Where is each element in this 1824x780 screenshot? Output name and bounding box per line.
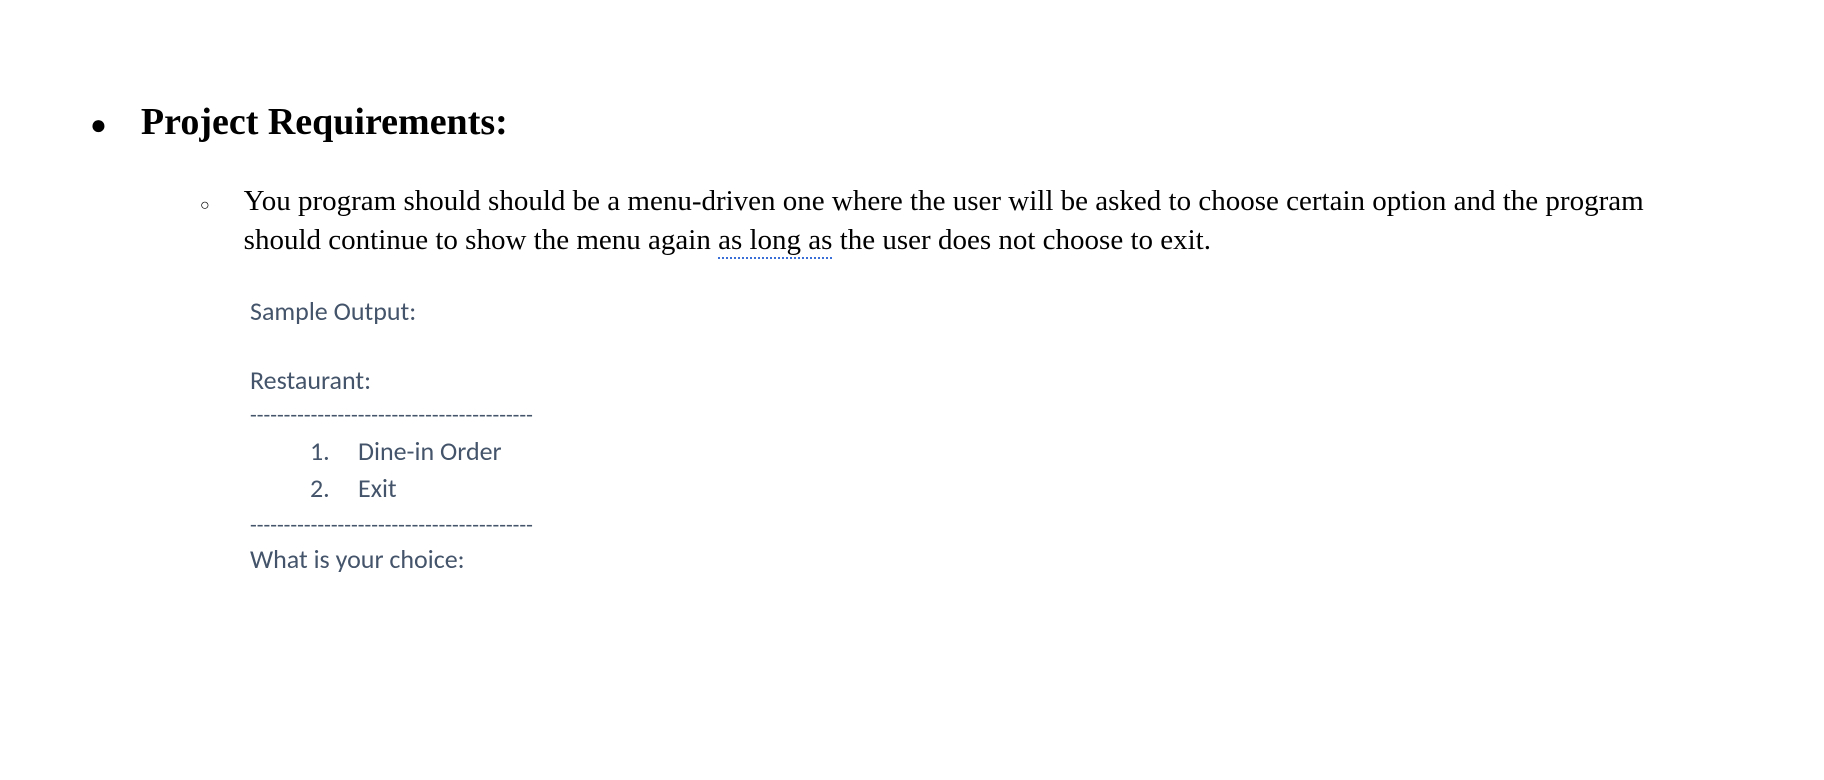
sample-output-block: Sample Output: Restaurant: -------------… <box>90 292 1824 579</box>
divider-bottom: ----------------------------------------… <box>250 512 1824 538</box>
grammar-underline-text: as long as <box>718 224 832 259</box>
paragraph-text-after: the user does not choose to exit. <box>832 224 1211 256</box>
divider-top: ----------------------------------------… <box>250 402 1824 428</box>
menu-item-number: 2. <box>310 470 358 508</box>
menu-item-number: 1. <box>310 433 358 471</box>
restaurant-label: Restaurant: <box>250 361 1824 400</box>
list-item: 2. Exit <box>310 470 1824 508</box>
section-heading: Project Requirements: <box>141 100 508 144</box>
menu-item-text: Exit <box>358 470 397 508</box>
menu-item-text: Dine-in Order <box>358 433 502 471</box>
requirement-paragraph: You program should should be a menu-driv… <box>244 182 1724 260</box>
circle-bullet-icon: ○ <box>200 197 210 215</box>
bullet-icon: ● <box>90 112 107 140</box>
requirement-row: ○ You program should should be a menu-dr… <box>90 182 1824 260</box>
sample-output-label: Sample Output: <box>250 292 1824 331</box>
list-item: 1. Dine-in Order <box>310 433 1824 471</box>
heading-row: ● Project Requirements: <box>90 100 1824 144</box>
menu-list: 1. Dine-in Order 2. Exit <box>250 433 1824 508</box>
choice-prompt: What is your choice: <box>250 540 1824 579</box>
